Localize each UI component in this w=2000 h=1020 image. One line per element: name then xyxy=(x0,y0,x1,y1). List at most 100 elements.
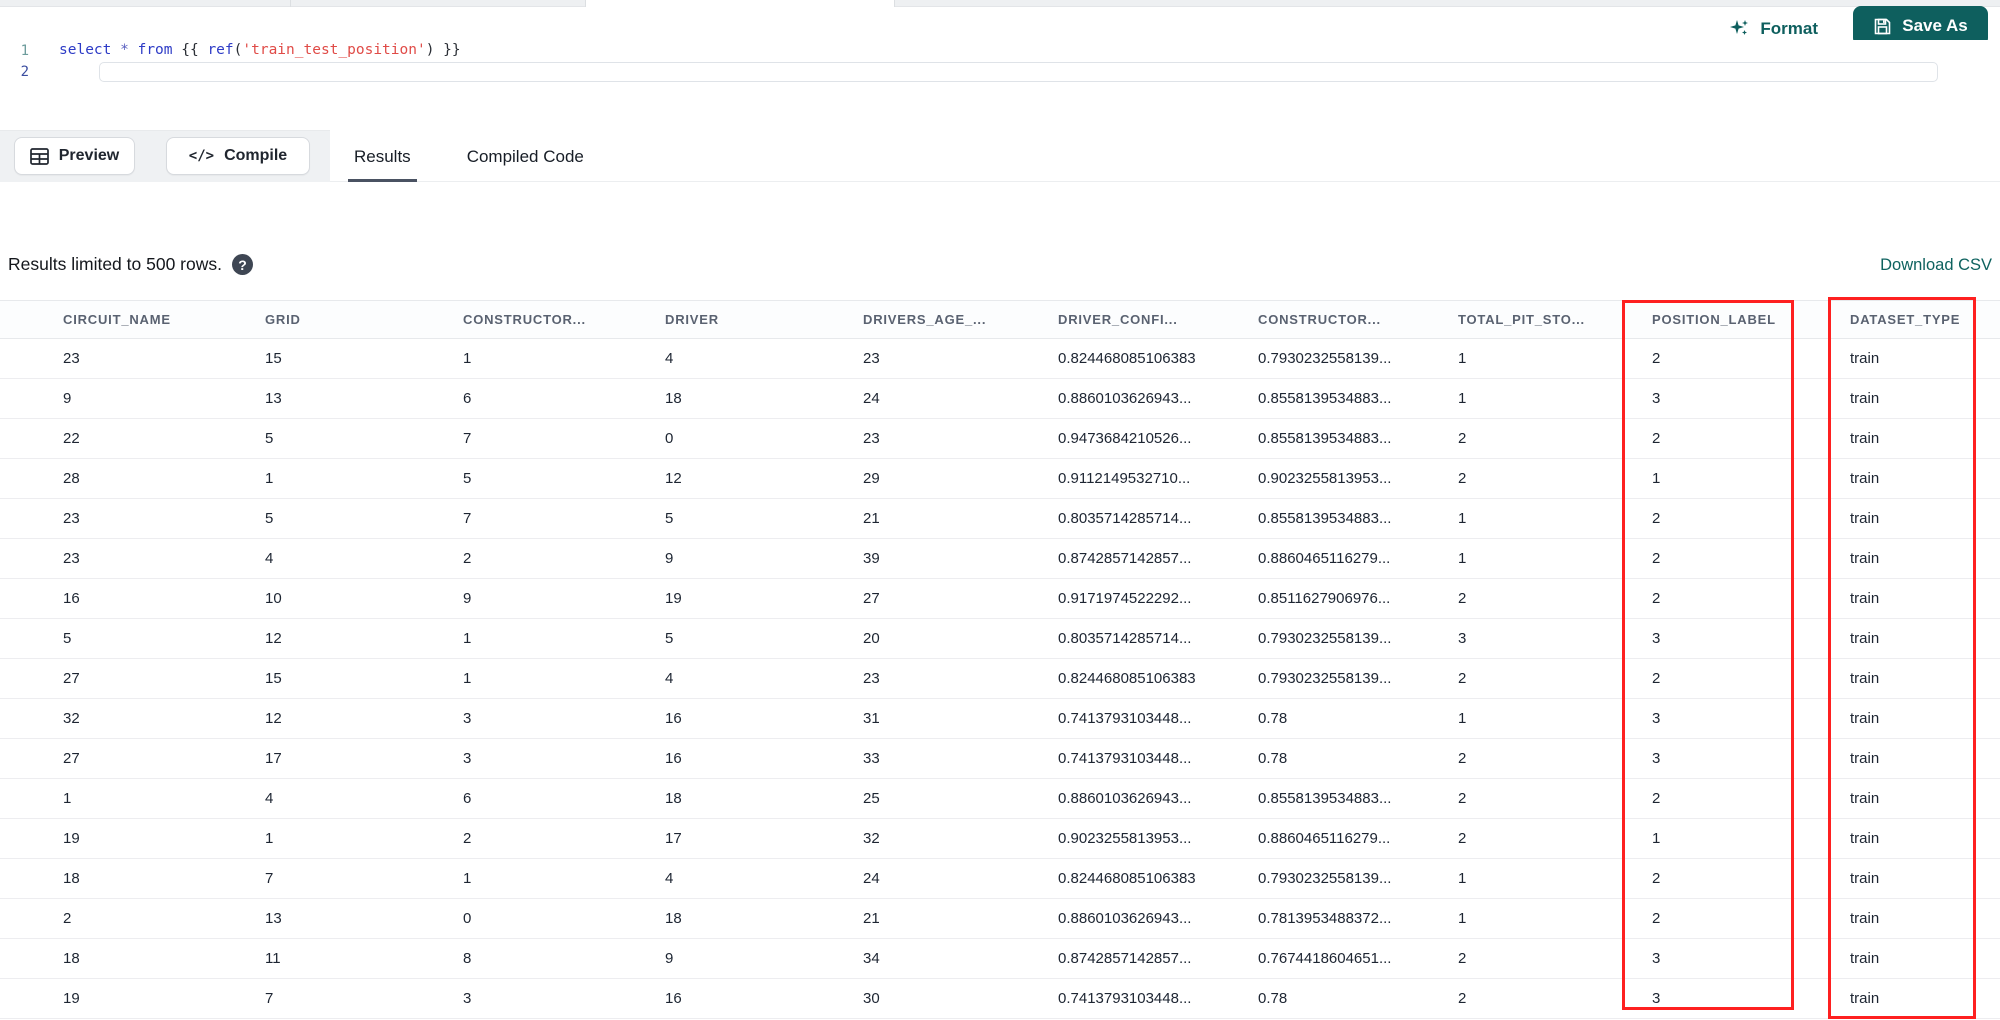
table-cell: 25 xyxy=(850,778,1045,819)
table-row: 18 11 8 9 34 0.8742857142857... 0.767441860465… xyxy=(0,938,2000,979)
table-cell: 1 xyxy=(450,618,652,659)
line-number-2: 2 xyxy=(20,63,29,80)
table-row: 27 17 3 16 33 0.7413793103448... 0.78 2 3 train xyxy=(0,738,2000,779)
tab-results[interactable]: Results xyxy=(348,132,417,182)
table-cell: 0.8860465116279... xyxy=(1245,538,1445,579)
table-cell: 12 xyxy=(252,618,450,659)
table-cell: 0.78 xyxy=(1245,698,1445,739)
table-cell: 2 xyxy=(1445,778,1639,819)
table-cell: 33 xyxy=(850,738,1045,779)
table-cell: 27 xyxy=(850,578,1045,619)
sql-editor[interactable]: 1 select * from {{ ref('train_test_posit… xyxy=(0,40,2000,130)
results-limit-text: Results limited to 500 rows. xyxy=(8,254,222,274)
table-cell: 0.7413793103448... xyxy=(1045,698,1245,739)
question-mark-icon[interactable]: ? xyxy=(231,254,253,275)
table-cell: 2 xyxy=(1639,898,1837,939)
table-cell: train xyxy=(1837,338,2000,379)
table-cell: 9 xyxy=(0,378,252,419)
table-cell: 0.9023255813953... xyxy=(1245,458,1445,499)
compile-button[interactable]: </> Compile xyxy=(166,137,310,175)
column-header: CIRCUIT_NAME xyxy=(0,300,252,339)
table-cell: 7 xyxy=(450,498,652,539)
table-cell: 18 xyxy=(652,378,850,419)
table-cell: 1 xyxy=(252,818,450,859)
table-cell: train xyxy=(1837,458,2000,499)
table-cell: 2 xyxy=(1445,658,1639,699)
table-cell: 2 xyxy=(1639,418,1837,459)
table-cell: 19 xyxy=(652,578,850,619)
table-cell: 9 xyxy=(652,938,850,979)
table-cell: 20 xyxy=(850,618,1045,659)
table-cell: 2 xyxy=(1639,498,1837,539)
code-token: }} xyxy=(434,42,461,58)
format-button[interactable]: Format xyxy=(1729,15,1818,43)
code-token: 'train_test_position' xyxy=(242,42,426,58)
table-cell: 0.8558139534883... xyxy=(1245,778,1445,819)
code-token: {{ xyxy=(172,42,208,58)
table-cell: 0.824468085106383 xyxy=(1045,338,1245,379)
table-cell: 4 xyxy=(652,858,850,899)
table-cell: 24 xyxy=(850,858,1045,899)
table-cell: 0.8035714285714... xyxy=(1045,618,1245,659)
table-cell: train xyxy=(1837,818,2000,859)
table-cell: 21 xyxy=(850,898,1045,939)
table-cell: 19 xyxy=(0,978,252,1019)
table-cell: 2 xyxy=(1445,938,1639,979)
table-cell: 4 xyxy=(252,538,450,579)
table-cell: 0.78 xyxy=(1245,738,1445,779)
table-cell: 0.824468085106383 xyxy=(1045,658,1245,699)
table-row: 18 7 1 4 24 0.824468085106383 0.7930232558139.… xyxy=(0,858,2000,899)
code-line-1[interactable]: select * from {{ ref('train_test_positio… xyxy=(42,40,2000,61)
download-csv-link[interactable]: Download CSV xyxy=(1880,256,1992,275)
table-cell: 23 xyxy=(850,658,1045,699)
table-row: 27 15 1 4 23 0.824468085106383 0.7930232558139… xyxy=(0,658,2000,699)
table-cell: 7 xyxy=(252,858,450,899)
table-cell: 2 xyxy=(1445,578,1639,619)
compile-button-label: Compile xyxy=(224,147,288,164)
code-icon: </> xyxy=(188,148,215,164)
table-cell: 2 xyxy=(1639,578,1837,619)
table-cell: train xyxy=(1837,938,2000,979)
table-cell: train xyxy=(1837,898,2000,939)
table-cell: 0.8742857142857... xyxy=(1045,938,1245,979)
table-cell: 18 xyxy=(652,898,850,939)
table-cell: 0.7413793103448... xyxy=(1045,738,1245,779)
results-table-area: CIRCUIT_NAME GRID CONSTRUCTOR... DRIVER DRIV… xyxy=(0,297,2000,1020)
table-cell: train xyxy=(1837,618,2000,659)
preview-button[interactable]: Preview xyxy=(14,137,135,175)
table-row: 1 4 6 18 25 0.8860103626943... 0.8558139534883… xyxy=(0,778,2000,819)
table-cell: 2 xyxy=(1445,458,1639,499)
table-cell: 27 xyxy=(0,738,252,779)
line-number-1: 1 xyxy=(20,42,29,59)
table-cell: 23 xyxy=(0,538,252,579)
table-cell: 1 xyxy=(1639,458,1837,499)
table-cell: 3 xyxy=(1639,698,1837,739)
format-button-label: Format xyxy=(1760,19,1818,38)
table-cell: 0.824468085106383 xyxy=(1045,858,1245,899)
sparkles-icon xyxy=(1729,18,1751,40)
table-cell: 31 xyxy=(850,698,1045,739)
table-cell: 0.8558139534883... xyxy=(1245,418,1445,459)
table-cell: 13 xyxy=(252,898,450,939)
table-cell: 2 xyxy=(1445,738,1639,779)
table-cell: 3 xyxy=(1639,938,1837,979)
table-cell: 15 xyxy=(252,338,450,379)
table-cell: 5 xyxy=(252,498,450,539)
column-header: DRIVER xyxy=(652,300,850,339)
action-strip: Preview </> Compile Results Compiled Code xyxy=(0,130,2000,182)
table-cell: 1 xyxy=(1445,698,1639,739)
table-row: 2 13 0 18 21 0.8860103626943... 0.781395348837… xyxy=(0,898,2000,939)
save-as-button-label: Save As xyxy=(1902,16,1968,35)
table-cell: 2 xyxy=(0,898,252,939)
table-cell: train xyxy=(1837,498,2000,539)
table-cell: 0.8860103626943... xyxy=(1045,898,1245,939)
table-row: 5 12 1 5 20 0.8035714285714... 0.7930232558139… xyxy=(0,618,2000,659)
table-cell: 9 xyxy=(450,578,652,619)
table-cell: 2 xyxy=(1639,538,1837,579)
tab-compiled-code[interactable]: Compiled Code xyxy=(465,132,586,182)
table-cell: 1 xyxy=(1445,858,1639,899)
table-grid-icon xyxy=(29,147,49,165)
code-line-2[interactable] xyxy=(42,61,2000,82)
editor-line-1: 1 select * from {{ ref('train_test_posit… xyxy=(0,40,2000,61)
